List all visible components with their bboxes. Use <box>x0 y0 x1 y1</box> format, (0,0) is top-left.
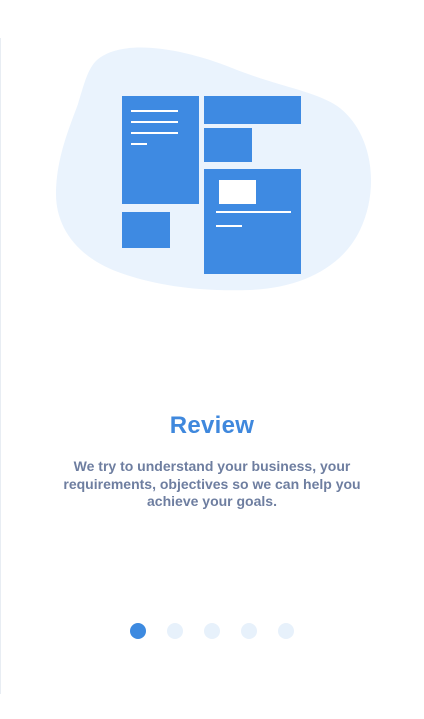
image-placeholder <box>219 180 256 204</box>
document-line <box>131 121 178 123</box>
edge-divider <box>0 38 1 694</box>
document-line <box>216 225 242 227</box>
review-documents-icon <box>56 47 372 291</box>
small-panel-bottom <box>122 212 170 248</box>
page-dot-2[interactable] <box>167 623 183 639</box>
document-line <box>216 211 291 213</box>
review-illustration <box>52 42 374 292</box>
slide-description: We try to understand your business, your… <box>63 458 361 509</box>
page-dot-1-active[interactable] <box>130 623 146 639</box>
header-panel <box>204 96 301 124</box>
page-dot-3[interactable] <box>204 623 220 639</box>
page-dot-4[interactable] <box>241 623 257 639</box>
small-panel <box>204 128 252 162</box>
document-line <box>131 110 178 112</box>
document-panel-left <box>122 96 199 204</box>
slide-title: Review <box>169 412 255 439</box>
pagination-dots <box>130 623 294 639</box>
document-line <box>131 132 178 134</box>
onboarding-screen: Review We try to understand your busines… <box>0 0 424 719</box>
document-line <box>131 143 147 145</box>
page-dot-5[interactable] <box>278 623 294 639</box>
